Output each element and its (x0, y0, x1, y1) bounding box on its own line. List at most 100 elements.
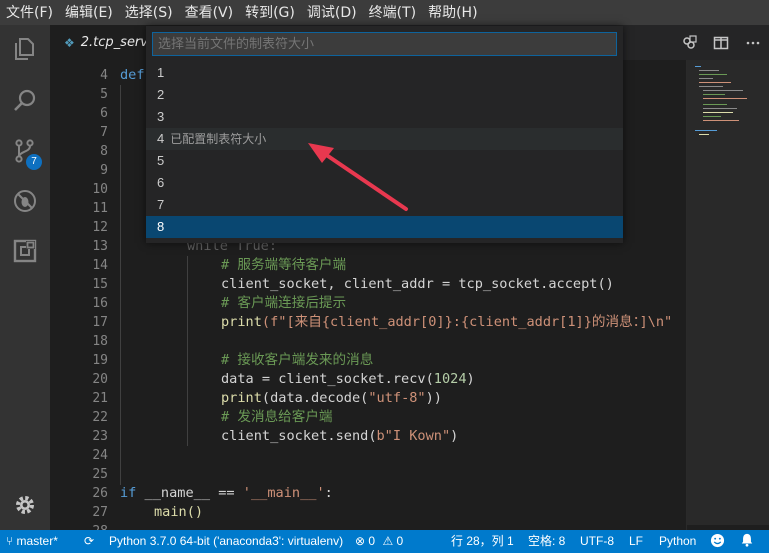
quick-pick-item[interactable]: 4 已配置制表符大小 (146, 128, 623, 150)
split-editor-button[interactable] (705, 25, 737, 60)
quick-pick-item-description: 已配置制表符大小 (170, 132, 267, 146)
menu-terminal[interactable]: 终端(T) (363, 0, 422, 25)
branch-name: master* (16, 534, 58, 548)
minimap-line (699, 86, 723, 87)
open-changes-icon (683, 34, 697, 49)
code-line-17: print(f"[来自{client_addr[0]}:{client_addr… (221, 314, 673, 330)
bell-icon (741, 533, 753, 547)
git-branch-icon: ⑂ (6, 534, 14, 548)
debug-button[interactable] (0, 177, 50, 225)
line-number: 24 (92, 448, 108, 463)
sync-icon: ⟳ (84, 534, 95, 548)
minimap-line (699, 70, 719, 71)
menu-file[interactable]: 文件(F) (0, 0, 59, 25)
quick-pick-item[interactable]: 6 (146, 172, 623, 194)
code-line-16: # 客户端连接后提示 (221, 295, 347, 311)
line-number: 17 (92, 315, 108, 330)
split-editor-icon (713, 36, 729, 49)
line-number: 23 (92, 429, 108, 444)
menu-edit[interactable]: 编辑(E) (59, 0, 119, 25)
minimap-line (703, 104, 727, 105)
line-number: 12 (92, 220, 108, 235)
scm-badge: 7 (26, 154, 42, 170)
minimap-line (699, 134, 709, 135)
smiley-icon (710, 533, 725, 548)
manage-button[interactable] (0, 481, 50, 529)
line-number: 14 (92, 258, 108, 273)
cursor-position[interactable]: 行 28，列 1 (451, 530, 514, 553)
line-number: 11 (92, 201, 108, 216)
feedback-button[interactable] (710, 530, 725, 553)
files-icon (15, 38, 34, 60)
code-line-20: data = client_socket.recv(1024) (221, 371, 475, 387)
branch-indicator[interactable]: ⑂ master* (6, 530, 58, 553)
python-file-icon: ❖ (64, 35, 75, 50)
minimap-line (703, 98, 747, 99)
editor-actions (673, 25, 769, 60)
quick-pick-item[interactable]: 3 (146, 106, 623, 128)
line-number: 16 (92, 296, 108, 311)
warning-icon: ⚠ (382, 534, 394, 548)
quick-pick-item[interactable]: 2 (146, 84, 623, 106)
quick-pick-item[interactable]: 5 (146, 150, 623, 172)
more-actions-button[interactable] (737, 25, 769, 60)
problems-indicator[interactable]: ⊗ 0 ⚠ 0 (355, 530, 403, 553)
quick-pick-item-label: 3 (157, 109, 165, 124)
python-interpreter[interactable]: Python 3.7.0 64-bit ('anaconda3': virtua… (109, 530, 343, 553)
minimap-line (699, 78, 713, 79)
end-of-line[interactable]: LF (629, 530, 643, 553)
open-changes-button[interactable] (673, 25, 705, 60)
minimap-line (703, 112, 733, 113)
minimap[interactable] (686, 60, 769, 530)
code-line-26: if __name__ == '__main__': (120, 485, 333, 501)
quick-pick-input[interactable] (152, 32, 617, 56)
line-number: 18 (92, 334, 108, 349)
line-number: 20 (92, 372, 108, 387)
menu-debug[interactable]: 调试(D) (301, 0, 363, 25)
menu-selection[interactable]: 选择(S) (119, 0, 179, 25)
menu-view[interactable]: 查看(V) (179, 0, 240, 25)
indentation[interactable]: 空格: 8 (528, 530, 565, 553)
line-number: 9 (100, 163, 108, 178)
sync-button[interactable]: ⟳ (84, 530, 94, 553)
line-number: 8 (100, 144, 108, 159)
quick-pick-item[interactable]: 7 (146, 194, 623, 216)
menu-bar: 文件(F) 编辑(E) 选择(S) 查看(V) 转到(G) 调试(D) 终端(T… (0, 0, 769, 25)
minimap-line (703, 94, 725, 95)
code-line-4: def (120, 67, 145, 83)
search-view-button[interactable] (0, 76, 50, 124)
menu-help[interactable]: 帮助(H) (422, 0, 483, 25)
warning-count: 0 (396, 534, 404, 548)
error-count: 0 (368, 534, 376, 548)
line-number: 26 (92, 486, 108, 501)
line-number: 21 (92, 391, 108, 406)
minimap-line (703, 116, 721, 117)
line-number: 25 (92, 467, 108, 482)
line-number: 5 (100, 87, 108, 102)
source-control-button[interactable]: 7 (0, 127, 50, 175)
language-mode[interactable]: Python (659, 530, 696, 553)
indent-guide (187, 256, 188, 446)
quick-pick-item-label: 2 (157, 87, 165, 102)
line-number: 4 (100, 68, 108, 83)
settings-gear-icon (16, 496, 34, 514)
notifications-button[interactable] (740, 530, 754, 553)
line-number: 15 (92, 277, 108, 292)
code-line-23: client_socket.send(b"I Kown") (221, 428, 459, 444)
activity-bar: 7 (0, 25, 50, 530)
minimap-line (703, 108, 737, 109)
line-number: 10 (92, 182, 108, 197)
extensions-button[interactable] (0, 227, 50, 275)
explorer-button[interactable] (0, 25, 50, 73)
quick-pick-item-label: 6 (157, 175, 165, 190)
error-icon: ⊗ (355, 534, 366, 548)
quick-pick-item[interactable]: 1 (146, 62, 623, 84)
menu-go[interactable]: 转到(G) (239, 0, 301, 25)
quick-pick-item-label: 1 (157, 65, 165, 80)
quick-pick-item-selected[interactable]: 8 (146, 216, 623, 238)
line-number: 28 (64, 522, 108, 530)
quick-pick-item-label: 5 (157, 153, 165, 168)
code-line-19: # 接收客户端发来的消息 (221, 352, 374, 368)
line-number: 19 (92, 353, 108, 368)
encoding[interactable]: UTF-8 (580, 530, 614, 553)
